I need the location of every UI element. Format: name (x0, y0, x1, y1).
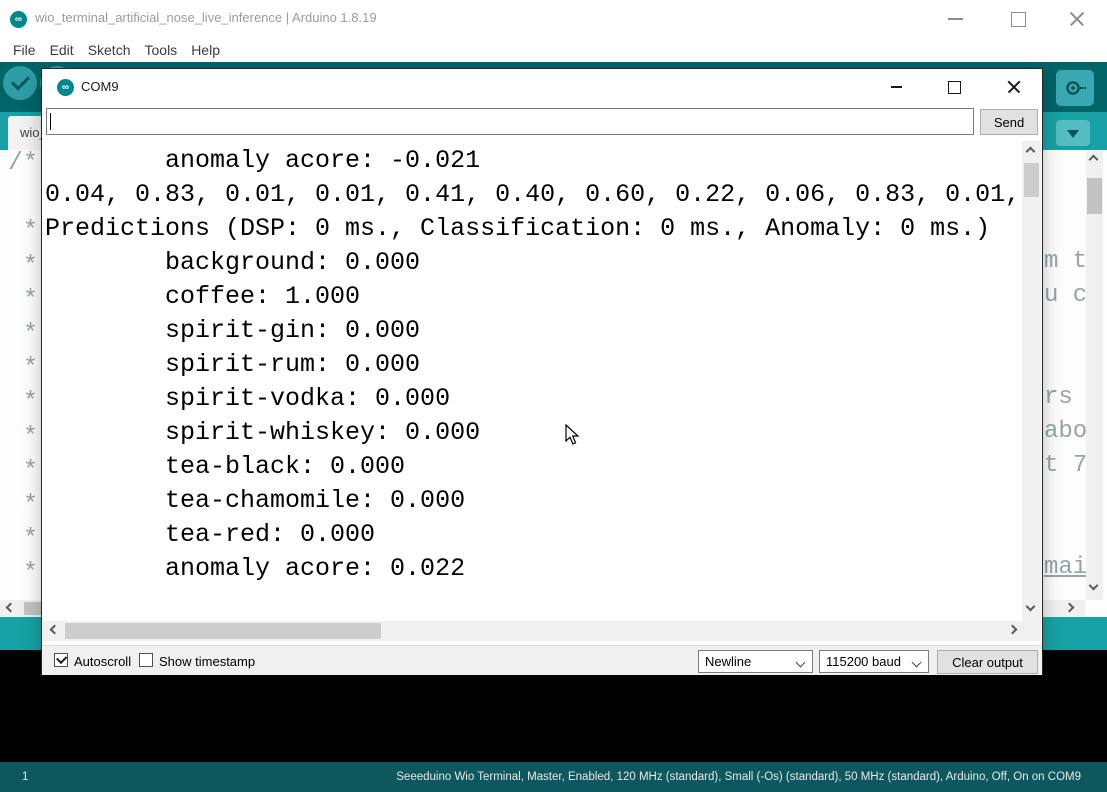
serial-output-area[interactable]: anomaly acore: -0.0210.04, 0.83, 0.01, 0… (43, 141, 1021, 621)
scroll-right-icon[interactable] (1008, 625, 1018, 635)
show-timestamp-label: Show timestamp (159, 654, 255, 669)
minimize-icon (891, 86, 902, 88)
scrollbar-thumb[interactable] (1024, 163, 1039, 197)
serial-monitor-window: ∞ COM9 Send anomaly acore: -0.0210.04, 0… (41, 68, 1043, 675)
editor-comment-gutter: /* * * * * * * * * * * * (8, 146, 38, 591)
ide-minimize-button[interactable] (940, 7, 970, 31)
serial-monitor-bottombar: Autoscroll Show timestamp Newline 115200… (42, 645, 1042, 675)
close-icon (1007, 80, 1021, 94)
tab-list-dropdown-button[interactable] (1056, 120, 1090, 146)
serial-send-input[interactable] (46, 108, 974, 135)
checkmark-icon (11, 71, 30, 90)
chevron-down-icon (796, 658, 806, 668)
editor-link-fragment: mai (1044, 554, 1087, 581)
verify-button[interactable] (3, 66, 37, 100)
scroll-down-icon[interactable] (1026, 602, 1036, 612)
send-button[interactable]: Send (980, 109, 1038, 135)
minimize-icon (948, 18, 963, 20)
output-vertical-scrollbar[interactable] (1022, 141, 1041, 621)
arduino-logo-icon: ∞ (10, 11, 27, 28)
baud-rate-select[interactable]: 115200 baud (819, 650, 929, 673)
serial-monitor-title: COM9 (81, 79, 119, 94)
status-line-number: 1 (22, 771, 28, 783)
scroll-right-icon[interactable] (1065, 603, 1075, 613)
line-ending-value: Newline (705, 654, 751, 669)
menu-file[interactable]: File (6, 42, 43, 58)
arduino-logo-icon: ∞ (57, 79, 74, 96)
clear-output-button[interactable]: Clear output (937, 650, 1038, 674)
serial-monitor-button[interactable] (1056, 70, 1094, 106)
scroll-down-icon[interactable] (1089, 581, 1099, 591)
editor-vertical-scrollbar[interactable] (1086, 150, 1103, 600)
ide-titlebar: ∞ wio_terminal_artificial_nose_live_infe… (0, 0, 1107, 38)
editor-text-fragment: t 7 (1044, 452, 1087, 479)
menu-help[interactable]: Help (184, 42, 227, 58)
serial-close-button[interactable] (992, 70, 1036, 104)
menu-tools[interactable]: Tools (138, 42, 185, 58)
baud-rate-value: 115200 baud (826, 654, 901, 669)
show-timestamp-checkbox[interactable] (139, 653, 153, 667)
scrollbar-thumb[interactable] (1087, 178, 1102, 214)
line-ending-select[interactable]: Newline (698, 650, 813, 673)
scroll-left-icon[interactable] (6, 603, 16, 613)
scrollbar-thumb[interactable] (65, 623, 381, 639)
ide-window-title: wio_terminal_artificial_nose_live_infere… (35, 10, 377, 25)
scroll-up-icon[interactable] (1089, 155, 1099, 165)
editor-text-fragment: rs (1044, 384, 1073, 411)
ide-close-button[interactable] (1062, 7, 1092, 31)
magnifier-icon (1064, 77, 1086, 99)
serial-maximize-button[interactable] (932, 70, 976, 104)
editor-text-fragment: m t (1044, 248, 1087, 275)
autoscroll-label: Autoscroll (74, 654, 131, 669)
editor-text-fragment: abo (1044, 418, 1087, 445)
chevron-down-icon (912, 658, 922, 668)
scroll-up-icon[interactable] (1026, 147, 1036, 157)
status-board-info: Seeeduino Wio Terminal, Master, Enabled,… (396, 771, 1081, 783)
close-icon (1069, 11, 1085, 27)
autoscroll-checkbox[interactable] (54, 653, 68, 667)
ide-menubar: File Edit Sketch Tools Help (0, 38, 1107, 62)
ide-statusbar: 1 Seeeduino Wio Terminal, Master, Enable… (0, 762, 1107, 792)
output-horizontal-scrollbar[interactable] (43, 621, 1041, 641)
editor-text-fragment: u c (1044, 282, 1087, 309)
scroll-left-icon[interactable] (50, 625, 60, 635)
text-caret (50, 113, 51, 130)
maximize-icon (1011, 12, 1026, 27)
serial-minimize-button[interactable] (874, 70, 918, 104)
serial-monitor-titlebar[interactable]: ∞ COM9 (42, 69, 1042, 105)
ide-maximize-button[interactable] (1003, 7, 1033, 31)
maximize-icon (948, 81, 961, 94)
chevron-down-icon (1067, 130, 1079, 144)
menu-edit[interactable]: Edit (43, 42, 81, 58)
menu-sketch[interactable]: Sketch (81, 42, 138, 58)
checkmark-icon (56, 653, 67, 664)
